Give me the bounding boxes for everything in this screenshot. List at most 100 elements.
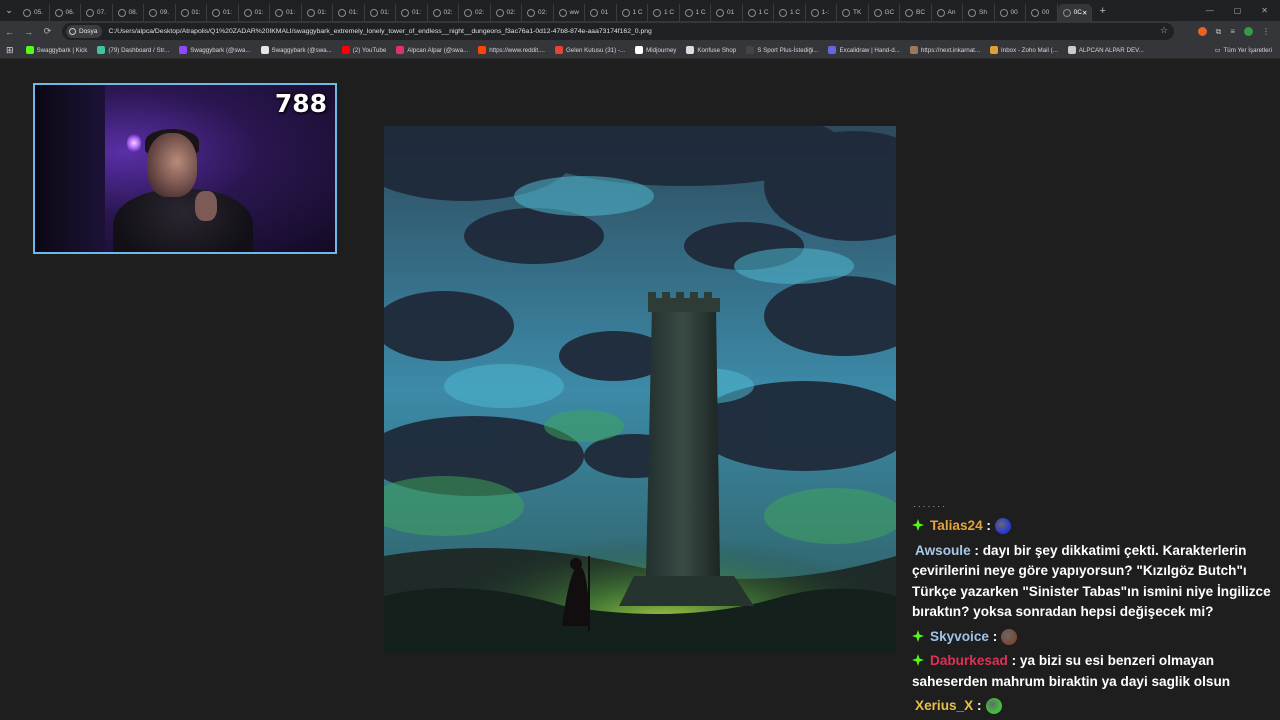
all-bookmarks-button[interactable]: ▭ Tüm Yer İşaretleri — [1215, 42, 1272, 59]
tab-label: 00 — [1010, 9, 1018, 16]
tab-favicon-icon — [338, 8, 346, 17]
chat-overlay: · · · · · · · Talias24 : Awsoule : dayı b… — [905, 499, 1275, 717]
bookmark-item[interactable]: Swaggybark | Kick — [25, 46, 88, 54]
bookmark-star-icon[interactable]: ☆ — [1160, 25, 1168, 36]
tab-favicon-icon — [212, 8, 220, 17]
tab-favicon-icon — [810, 8, 819, 17]
bookmark-item[interactable]: (2) YouTube — [341, 46, 386, 54]
back-icon[interactable]: ← — [0, 27, 19, 37]
tab-favicon-icon — [684, 8, 693, 17]
tab-favicon-icon — [149, 8, 157, 17]
browser-tab[interactable]: Sh — [963, 4, 995, 21]
profile-avatar[interactable] — [1244, 27, 1253, 36]
bookmark-item[interactable]: (79) Dashboard / Str... — [97, 46, 169, 54]
browser-tab[interactable]: 09. — [144, 4, 176, 21]
tab-label: 1 C — [632, 9, 643, 16]
browser-tab[interactable]: 07. — [81, 4, 113, 21]
tab-favicon-icon — [275, 8, 283, 17]
url-text[interactable]: C:/Users/alpca/Desktop/Atrapolis/Q1%20ZA… — [108, 28, 651, 35]
bookmark-item[interactable]: ALPCAN ALPAR DEV... — [1067, 46, 1144, 54]
close-tab-icon[interactable]: ✕ — [1082, 9, 1087, 17]
streamer-hand — [195, 191, 217, 221]
tab-label: 06. — [65, 9, 75, 16]
browser-tab[interactable]: 00 — [1026, 4, 1058, 21]
bookmark-item[interactable]: Alpcan Alpar (@swa... — [396, 46, 468, 54]
browser-tab[interactable]: 01: — [365, 4, 396, 21]
chat-username[interactable]: Skyvoice — [930, 629, 989, 644]
browser-tab[interactable]: BC — [900, 4, 932, 21]
browser-tab[interactable]: 05. — [18, 4, 50, 21]
browser-tab[interactable]: GC — [869, 4, 900, 21]
browser-tab[interactable]: 00 — [995, 4, 1026, 21]
browser-tab[interactable]: 02: — [491, 4, 522, 21]
bookmark-item[interactable]: Excalidraw | Hand-d... — [828, 46, 900, 54]
bookmark-item[interactable]: https://next.inkarnat... — [909, 46, 980, 54]
bookmark-favicon-icon — [478, 46, 487, 54]
close-window-icon[interactable]: ✕ — [1261, 6, 1268, 15]
media-icon[interactable]: ≡ — [1230, 27, 1235, 36]
apps-icon[interactable]: ⊞ — [6, 45, 14, 56]
browser-tab[interactable]: 01: — [270, 4, 302, 21]
chat-username[interactable]: Talias24 — [930, 518, 983, 533]
truncated-line-icon: · · · · · · · — [913, 501, 945, 511]
browser-tab[interactable]: ww — [554, 4, 585, 21]
browser-tab[interactable]: 1-: — [806, 4, 837, 21]
tab-favicon-icon — [999, 8, 1008, 17]
browser-tab[interactable]: 02: — [522, 4, 554, 21]
browser-tab[interactable]: 01: — [207, 4, 239, 21]
minimize-icon[interactable]: — — [1206, 6, 1214, 15]
browser-tab[interactable]: 1 C — [743, 4, 774, 21]
tab-label: 01: — [223, 9, 233, 16]
browser-tab[interactable]: 01: — [396, 4, 428, 21]
browser-tab[interactable]: 1 C — [774, 4, 806, 21]
chat-username[interactable]: Xerius_X — [915, 698, 973, 713]
sub-badge-icon — [912, 517, 924, 531]
browser-tab[interactable]: 06. — [50, 4, 81, 21]
tab-label: 1 C — [695, 9, 706, 16]
chat-username[interactable]: Awsoule — [915, 543, 971, 558]
tab-favicon-icon — [243, 8, 252, 17]
bookmark-item[interactable]: Konfuse Shop — [686, 46, 736, 54]
bookmark-item[interactable]: https://www.reddit.... — [478, 46, 545, 54]
bookmark-item[interactable]: Gelen Kutusu (31) -... — [554, 46, 625, 54]
browser-tab[interactable]: 01: — [333, 4, 365, 21]
tab-search-icon[interactable]: ⌄ — [0, 0, 18, 21]
chat-separator: : — [970, 542, 983, 558]
bookmark-item[interactable]: Swaggybark (@swa... — [260, 46, 332, 54]
maximize-icon[interactable]: ▢ — [1234, 6, 1242, 15]
bookmark-label: Swaggybark | Kick — [36, 46, 88, 54]
browser-tab[interactable]: 1 C — [648, 4, 680, 21]
bookmark-item[interactable]: Inbox - Zoho Mail (... — [990, 46, 1058, 54]
browser-tab[interactable]: 1 C — [617, 4, 648, 21]
browser-tab[interactable]: 01 — [585, 4, 617, 21]
browser-tab[interactable]: 1 C — [680, 4, 711, 21]
browser-tab[interactable]: 02: — [428, 4, 459, 21]
chat-username[interactable]: Daburkesad — [930, 653, 1008, 668]
address-bar[interactable]: Dosya C:/Users/alpca/Desktop/Atrapolis/Q… — [62, 23, 1174, 40]
extension-icon[interactable] — [1197, 27, 1207, 36]
extensions-puzzle-icon[interactable]: ⧉ — [1216, 27, 1222, 37]
reload-icon[interactable]: ⟳ — [38, 26, 57, 37]
browser-tab[interactable]: 01 — [711, 4, 743, 21]
forward-icon[interactable]: → — [19, 27, 38, 37]
browser-tab[interactable]: An — [932, 4, 963, 21]
browser-tab[interactable]: 08. — [113, 4, 144, 21]
browser-tab[interactable]: 01: — [302, 4, 333, 21]
browser-tab[interactable]: 0C ✕ — [1057, 4, 1092, 21]
browser-tab[interactable]: 01: — [176, 4, 207, 21]
browser-tab[interactable]: 01: — [239, 4, 270, 21]
tab-favicon-icon — [873, 8, 882, 17]
bookmark-item[interactable]: Midjourney — [635, 46, 676, 54]
menu-icon[interactable]: ⋮ — [1262, 27, 1270, 36]
tab-label: 1-: — [821, 9, 830, 16]
bookmark-favicon-icon — [686, 46, 695, 54]
site-info-chip[interactable]: Dosya — [66, 25, 103, 38]
bookmark-label: Midjourney — [646, 46, 677, 54]
bookmark-favicon-icon — [260, 46, 269, 54]
bookmark-item[interactable]: Swaggybark (@swa... — [179, 46, 251, 54]
new-tab-button[interactable]: + — [1100, 5, 1106, 17]
browser-tab[interactable]: 02: — [459, 4, 491, 21]
browser-tab[interactable]: TK — [837, 4, 869, 21]
bookmark-item[interactable]: S Sport Plus-İstediği... — [746, 46, 818, 54]
streamer-face — [147, 133, 197, 197]
